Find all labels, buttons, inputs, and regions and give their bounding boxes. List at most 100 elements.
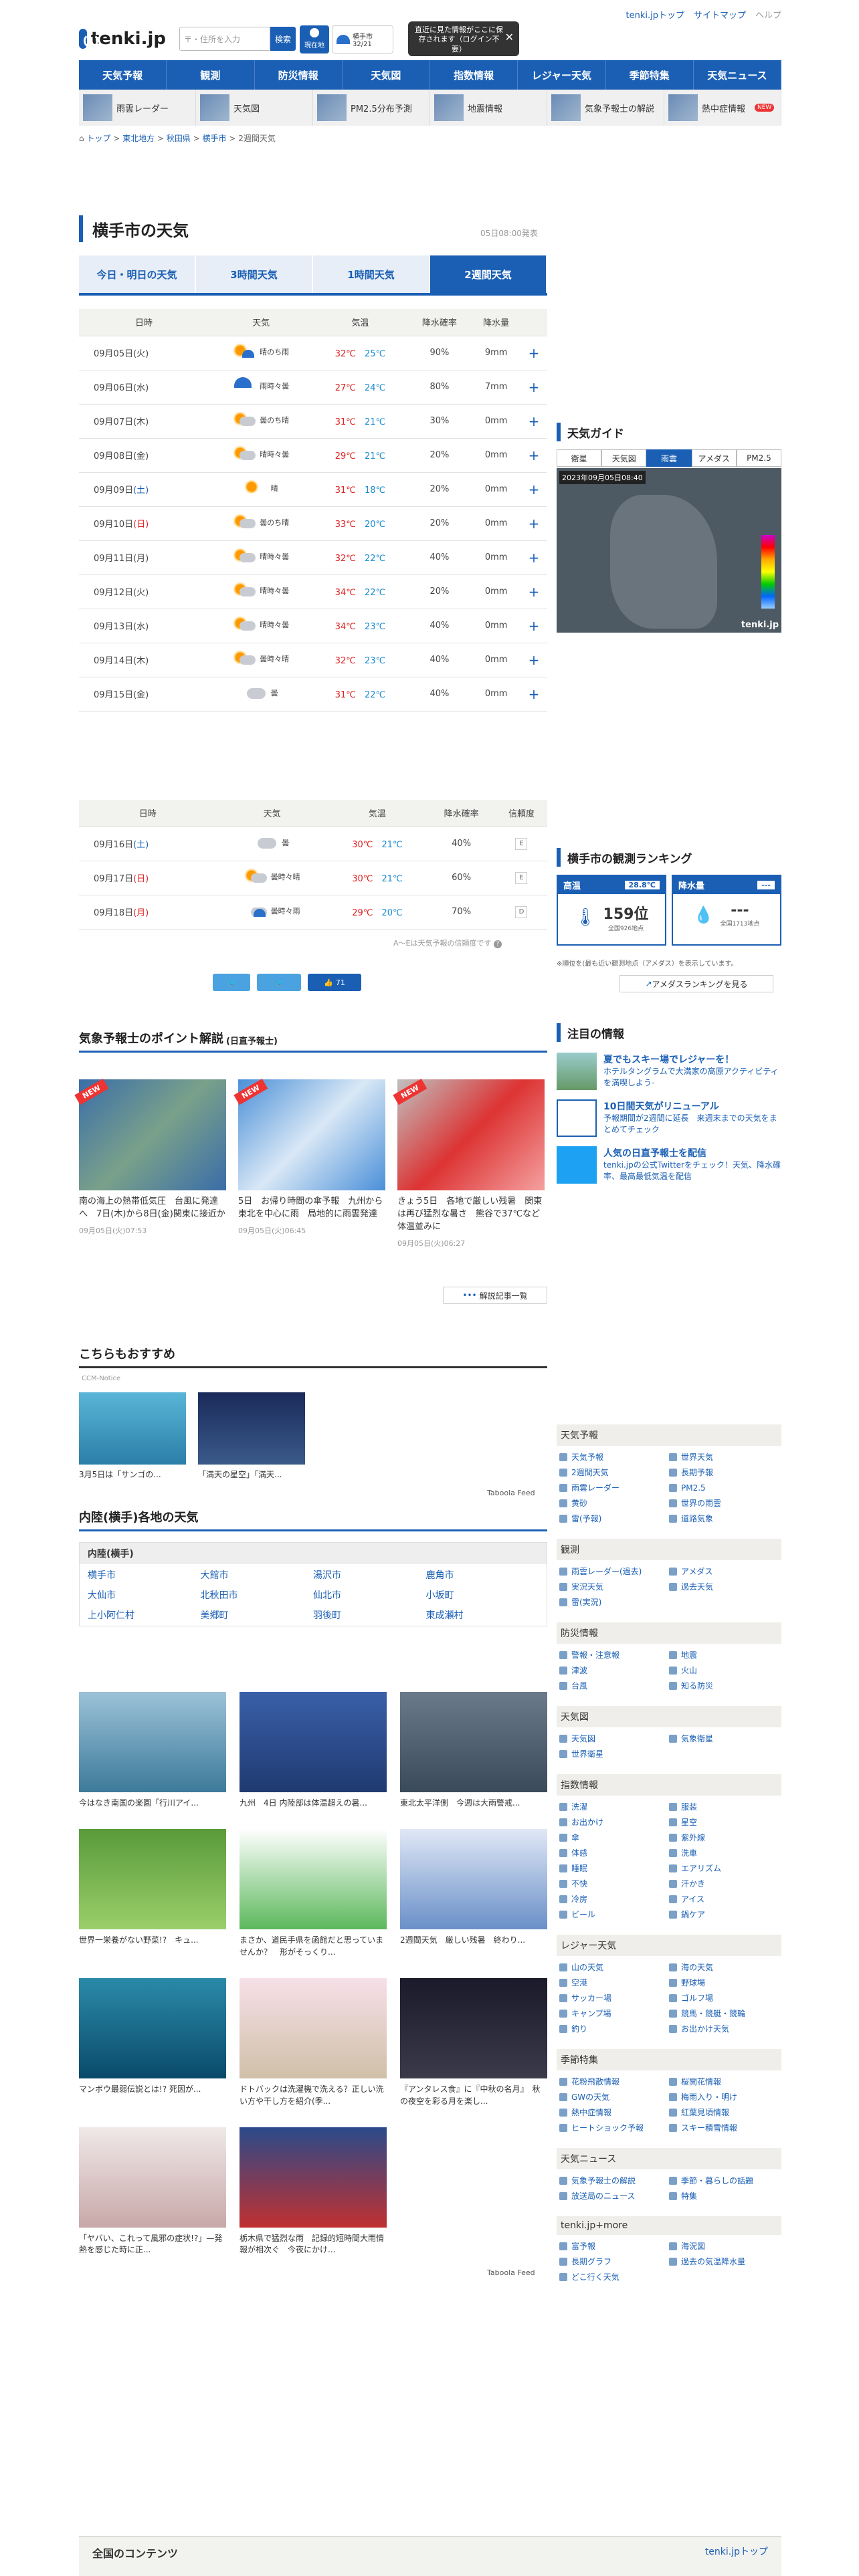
side-menu-link[interactable]: ビール	[559, 1909, 669, 1920]
side-menu-link[interactable]: 台風	[559, 1680, 669, 1691]
area-link[interactable]: 湯沢市	[313, 1568, 426, 1582]
side-menu-link[interactable]: 雨雲レーダー	[559, 1482, 669, 1493]
side-menu-link[interactable]: GWの天気	[559, 2091, 669, 2103]
gnav-item[interactable]: 天気図	[343, 60, 430, 90]
close-icon[interactable]: ✕	[505, 31, 514, 45]
expand-icon[interactable]: +	[520, 677, 547, 712]
side-menu-link[interactable]: 洗濯	[559, 1801, 669, 1812]
photo-card[interactable]: 世界一栄養がない野菜!? キュ...	[79, 1829, 226, 1958]
photo-card[interactable]: 東北太平洋側 今週は大雨警戒...	[400, 1692, 547, 1809]
photo-card[interactable]: マンボウ最弱伝説とは!? 死因が...	[79, 1978, 226, 2107]
table-row[interactable]: 09月09日(土) 晴 31℃ 18℃ 20% 0mm +	[79, 472, 547, 507]
area-link[interactable]: 仙北市	[313, 1588, 426, 1602]
side-menu-link[interactable]: お出かけ天気	[669, 2023, 779, 2034]
area-link[interactable]: 大仙市	[88, 1588, 201, 1602]
side-menu-link[interactable]: 気象予報士の解説	[559, 2175, 669, 2186]
area-link[interactable]: 上小阿仁村	[88, 1608, 201, 1622]
photo-card[interactable]: まさか、道民手県を函館だと思っていませんか？ 形がそっくり...	[240, 1829, 387, 1958]
side-menu-link[interactable]: アイス	[669, 1893, 779, 1905]
expand-icon[interactable]: +	[520, 574, 547, 609]
side-menu-link[interactable]: 長期グラフ	[559, 2256, 669, 2267]
side-menu-link[interactable]: 体感	[559, 1847, 669, 1858]
recommend-card[interactable]: 3月5日は「サンゴの...	[79, 1392, 186, 1480]
high-temp-rank[interactable]: 高温 28.8℃ 🌡 159位 全国926地点	[557, 875, 666, 946]
more-articles-button[interactable]: ••• 解説記事一覧	[443, 1287, 547, 1304]
area-link[interactable]: 羽後町	[313, 1608, 426, 1622]
expand-icon[interactable]: +	[520, 370, 547, 405]
photo-card[interactable]: 今はなき南国の楽園「行川アイ...	[79, 1692, 226, 1809]
side-menu-link[interactable]: 世界衛星	[559, 1748, 669, 1759]
photo-card[interactable]: 栃木県で猛烈な雨 記録的短時間大雨情報が相次ぐ 今夜にかけ...	[240, 2127, 387, 2256]
table-row[interactable]: 09月10日(日) 曇のち晴 33℃ 20℃ 20% 0mm +	[79, 506, 547, 541]
tab-radar[interactable]: 雨雲	[646, 449, 692, 467]
tab-weathermap[interactable]: 天気図	[601, 449, 647, 467]
area-link[interactable]: 北秋田市	[201, 1588, 314, 1602]
side-menu-link[interactable]: 洗車	[669, 1847, 779, 1858]
side-menu-link[interactable]: 天気予報	[559, 1451, 669, 1463]
help-icon[interactable]: ?	[493, 940, 502, 948]
like-button[interactable]: 👍 71	[308, 974, 361, 991]
side-menu-link[interactable]: 雷(予報)	[559, 1513, 669, 1524]
side-menu-link[interactable]: 放送局のニュース	[559, 2190, 669, 2202]
tab-amedas[interactable]: アメダス	[691, 449, 737, 467]
gnav-item[interactable]: 天気予報	[79, 60, 167, 90]
side-menu-link[interactable]: 海の天気	[669, 1961, 779, 1973]
side-menu-link[interactable]: 山の天気	[559, 1961, 669, 1973]
gnav-item[interactable]: レジャー天気	[518, 60, 606, 90]
side-menu-link[interactable]: 地震	[669, 1649, 779, 1660]
side-menu-link[interactable]: 黄砂	[559, 1497, 669, 1509]
article-card[interactable]: NEW 5日 お帰り時間の傘予報 九州から東北を中心に雨 局地的に雨雲発達 09月0…	[233, 1079, 385, 1249]
tab-3hour[interactable]: 3時間天気	[196, 255, 313, 293]
side-menu-link[interactable]: 津波	[559, 1665, 669, 1676]
photo-card[interactable]: 「ヤバい、これって風邪の症状!?」—発熱を感じた時に正...	[79, 2127, 226, 2256]
side-menu-link[interactable]: 汗かき	[669, 1878, 779, 1889]
area-link[interactable]: 大館市	[201, 1568, 314, 1582]
taboola-label[interactable]: Taboola Feed	[487, 1489, 535, 1497]
side-menu-link[interactable]: 気象衛星	[669, 1733, 779, 1744]
notice-item[interactable]: 人気の日直予報士を配信 tenki.jpの公式Twitterをチェック！天気、降水…	[557, 1146, 781, 1184]
subnav-item[interactable]: 熱中症情報 NEW	[664, 90, 781, 126]
side-menu-link[interactable]: エアリズム	[669, 1862, 779, 1874]
side-menu-link[interactable]: 不快	[559, 1878, 669, 1889]
expand-icon[interactable]: +	[520, 438, 547, 473]
article-card[interactable]: NEW 南の海上の熱帯低気圧 台風に発達へ 7日(木)から8日(金)関東に接近か 0…	[74, 1079, 226, 1249]
photo-card[interactable]: 『アンタレス食』に『中秋の名月』 秋の夜空を彩る月を楽し...	[400, 1978, 547, 2107]
article-card[interactable]: NEW きょう5日 各地で厳しい残暑 関東は再び猛烈な暑さ 熊谷で37℃など体温並…	[393, 1079, 545, 1249]
side-menu-link[interactable]: 桜開花情報	[669, 2076, 779, 2087]
taboola-label[interactable]: Taboola Feed	[487, 2268, 535, 2277]
help-link[interactable]: ヘルプ	[755, 8, 781, 21]
side-menu-link[interactable]: 競馬・競艇・競輪	[669, 2008, 779, 2019]
top-link[interactable]: tenki.jpトップ	[626, 8, 684, 21]
side-menu-link[interactable]: サッカー場	[559, 1992, 669, 2004]
table-row[interactable]: 09月14日(木) 曇時々晴 32℃ 23℃ 40% 0mm +	[79, 643, 547, 677]
side-menu-link[interactable]: 傘	[559, 1832, 669, 1843]
table-row[interactable]: 09月06日(水) 雨時々曇 27℃ 24℃ 80% 7mm +	[79, 370, 547, 405]
side-menu-link[interactable]: 梅雨入り・明け	[669, 2091, 779, 2103]
table-row[interactable]: 09月05日(火) 晴のち雨 32℃ 25℃ 90% 9mm +	[79, 336, 547, 370]
side-menu-link[interactable]: 雷(実況)	[559, 1596, 669, 1608]
side-menu-link[interactable]: 長期予報	[669, 1467, 779, 1478]
sitemap-link[interactable]: サイトマップ	[694, 8, 746, 21]
amedas-ranking-button[interactable]: ↗ アメダスランキングを見る	[619, 975, 773, 992]
site-logo[interactable]: tenki.jp	[79, 27, 166, 51]
side-menu-link[interactable]: 過去天気	[669, 1581, 779, 1592]
breadcrumb-link[interactable]: トップ	[86, 134, 110, 143]
breadcrumb-link[interactable]: 横手市	[203, 134, 227, 143]
side-menu-link[interactable]: 道路気象	[669, 1513, 779, 1524]
breadcrumb-link[interactable]: 東北地方	[122, 134, 155, 143]
table-row[interactable]: 09月12日(火) 晴時々曇 34℃ 22℃ 20% 0mm +	[79, 574, 547, 609]
side-menu-link[interactable]: 世界の雨雲	[669, 1497, 779, 1509]
twitter-follow-button[interactable]: 🐦	[257, 974, 301, 991]
side-menu-link[interactable]: お出かけ	[559, 1816, 669, 1828]
subnav-item[interactable]: PM2.5分布予測	[313, 90, 430, 126]
side-menu-link[interactable]: 紫外線	[669, 1832, 779, 1843]
table-row[interactable]: 09月15日(金) 曇 31℃ 22℃ 40% 0mm +	[79, 677, 547, 712]
table-row[interactable]: 09月07日(木) 曇のち晴 31℃ 21℃ 30% 0mm +	[79, 404, 547, 439]
side-menu-link[interactable]: スキー積雪情報	[669, 2122, 779, 2133]
expand-icon[interactable]: +	[520, 643, 547, 677]
side-menu-link[interactable]: 天気図	[559, 1733, 669, 1744]
area-link[interactable]: 東成瀬村	[426, 1608, 539, 1622]
twitter-share-button[interactable]: 🐦	[213, 974, 250, 991]
expand-icon[interactable]: +	[520, 609, 547, 643]
photo-card[interactable]: 九州 4日 内陸部は体温超えの暑...	[240, 1692, 387, 1809]
